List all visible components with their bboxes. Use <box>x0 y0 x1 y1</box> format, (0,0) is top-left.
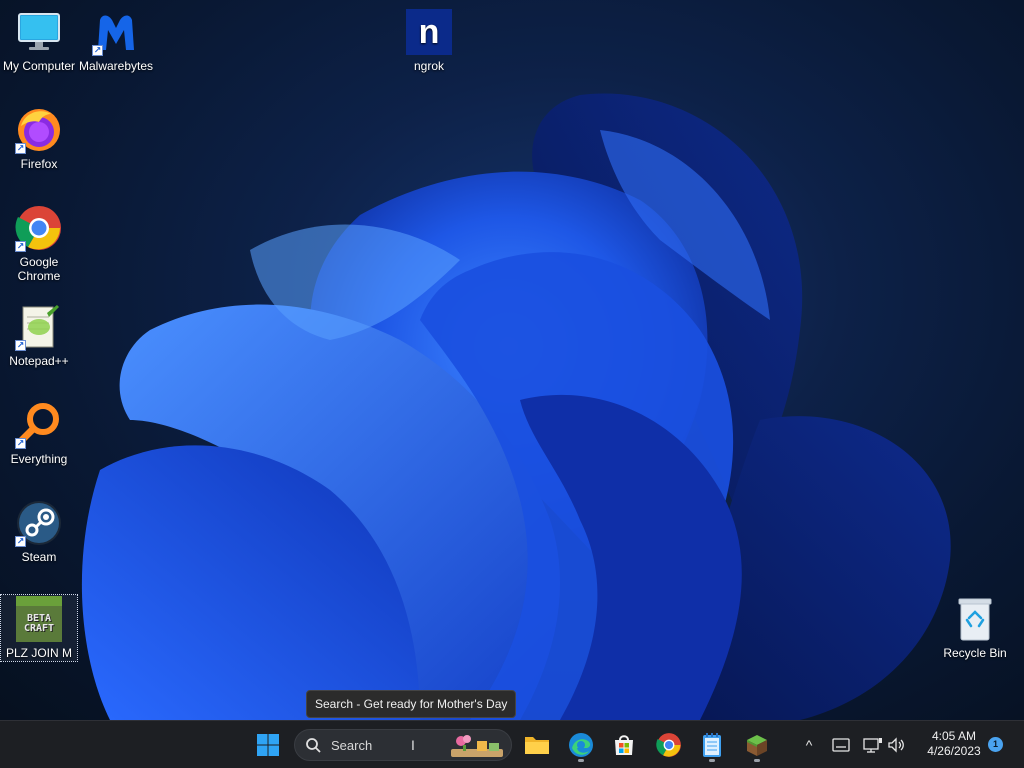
desktop-icon-label: My Computer <box>2 59 76 73</box>
shortcut-arrow-icon: ↗ <box>15 438 26 449</box>
taskbar-search-box[interactable]: Search I <box>294 729 512 761</box>
start-button[interactable] <box>250 727 286 763</box>
desktop-icon-label: Notepad++ <box>9 354 69 368</box>
desktop-icon-steam[interactable]: ↗ Steam <box>1 499 77 564</box>
tray-overflow-chevron-icon[interactable]: ^ <box>798 721 820 768</box>
recycle-bin-icon <box>951 595 999 643</box>
taskbar: Search I ^ 4:05 AM 4/26/2023 1 <box>0 720 1024 768</box>
desktop-icon-recycle-bin[interactable]: Recycle Bin <box>937 595 1013 660</box>
ngrok-icon: n <box>405 8 453 56</box>
search-icon <box>306 738 321 753</box>
betacraft-icon: BETA CRAFT <box>15 595 63 643</box>
taskbar-microsoft-store[interactable] <box>606 727 642 763</box>
windows-logo-icon <box>257 734 279 756</box>
clock-date: 4/26/2023 <box>927 744 981 758</box>
search-tooltip: Search - Get ready for Mother's Day <box>306 690 517 718</box>
desktop-icon-my-computer[interactable]: My Computer <box>1 8 77 73</box>
folder-icon <box>525 737 549 754</box>
running-indicator <box>754 759 760 762</box>
mothers-day-promo-icon <box>451 735 503 757</box>
bloom-wallpaper-graphic <box>81 93 951 720</box>
shortcut-arrow-icon: ↗ <box>15 143 26 154</box>
clock-time: 4:05 AM <box>931 729 977 743</box>
desktop-icon-label: Google Chrome <box>17 255 61 283</box>
taskbar-chrome[interactable] <box>651 727 687 763</box>
desktop-icon-malwarebytes[interactable]: ↗ Malwarebytes <box>78 8 154 73</box>
chrome-icon <box>656 733 681 757</box>
desktop-wallpaper <box>0 0 1024 720</box>
grass-block-icon <box>747 735 767 756</box>
desktop-icon-betacraft[interactable]: BETA CRAFT PLZ JOIN M <box>0 594 78 662</box>
desktop-icon-label: ngrok <box>413 59 445 73</box>
chrome-icon: ↗ <box>15 204 63 252</box>
tray-touch-keyboard[interactable] <box>828 721 854 768</box>
text-cursor-icon: I <box>411 737 415 753</box>
shortcut-arrow-icon: ↗ <box>15 536 26 547</box>
tray-network-volume[interactable] <box>860 721 910 768</box>
taskbar-edge[interactable] <box>563 727 599 763</box>
shortcut-arrow-icon: ↗ <box>92 45 103 56</box>
notepad-icon <box>703 733 721 757</box>
monitor-icon <box>15 8 63 56</box>
store-icon <box>615 735 633 755</box>
desktop-icon-google-chrome[interactable]: ↗ Google Chrome <box>1 204 77 283</box>
desktop-icon-label: Firefox <box>20 157 58 171</box>
taskbar-clock[interactable]: 4:05 AM 4/26/2023 <box>912 729 996 759</box>
steam-icon: ↗ <box>15 499 63 547</box>
desktop-icon-label: PLZ JOIN M <box>5 646 72 660</box>
taskbar-minecraft[interactable] <box>739 727 775 763</box>
taskbar-file-explorer[interactable] <box>519 727 555 763</box>
desktop-icon-label: Recycle Bin <box>943 646 1007 660</box>
desktop-icon-label: Malwarebytes <box>78 59 154 73</box>
notepad-plus-plus-icon: ↗ <box>15 303 63 351</box>
firefox-icon: ↗ <box>15 106 63 154</box>
desktop-icon-everything[interactable]: ↗ Everything <box>1 401 77 466</box>
malwarebytes-icon: ↗ <box>92 8 140 56</box>
keyboard-icon <box>832 738 850 752</box>
running-indicator <box>709 759 715 762</box>
shortcut-arrow-icon: ↗ <box>15 340 26 351</box>
desktop-icon-label: Everything <box>10 452 68 466</box>
running-indicator <box>578 759 584 762</box>
desktop-icon-firefox[interactable]: ↗ Firefox <box>1 106 77 171</box>
magnifier-icon: ↗ <box>15 401 63 449</box>
volume-icon <box>888 737 904 753</box>
taskbar-notepad[interactable] <box>694 727 730 763</box>
desktop-icon-label: Steam <box>21 550 57 564</box>
network-icon <box>863 738 882 753</box>
desktop-icon-ngrok[interactable]: n ngrok <box>391 8 467 73</box>
desktop-icon-notepad-plus-plus[interactable]: ↗ Notepad++ <box>1 303 77 368</box>
shortcut-arrow-icon: ↗ <box>15 241 26 252</box>
notification-badge[interactable]: 1 <box>988 737 1003 752</box>
edge-icon <box>569 733 593 757</box>
search-label: Search <box>331 738 373 753</box>
